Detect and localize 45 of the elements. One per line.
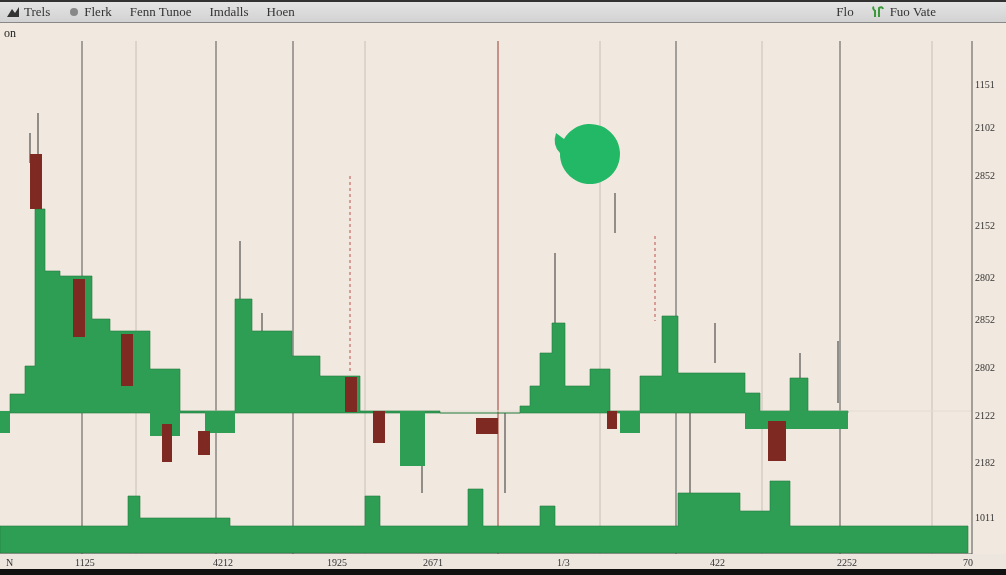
x-axis-label: 1125 (75, 557, 95, 568)
down-candle (30, 154, 42, 209)
y-axis-label: 2102 (975, 122, 995, 133)
plant-icon (871, 6, 886, 18)
y-axis-label: 2182 (975, 457, 995, 468)
y-axis-label: 2852 (975, 314, 995, 325)
x-axis-label: 2671 (423, 557, 443, 568)
dot-icon (68, 6, 81, 18)
chart-title: on (4, 26, 16, 40)
y-axis-label: 2802 (975, 272, 995, 283)
down-candle (121, 334, 133, 386)
y-axis-label: 2852 (975, 170, 995, 181)
down-candle (162, 424, 172, 462)
toolbar-button[interactable]: Trels (4, 4, 53, 20)
x-axis-label: 70 (963, 557, 973, 568)
y-axis-label: 1151 (975, 79, 995, 90)
x-axis-label: 2252 (837, 557, 857, 568)
toolbar-button[interactable]: Imdalls (207, 4, 251, 20)
histogram-bar (0, 411, 10, 433)
x-axis-label: N (6, 557, 14, 568)
chart-icon (6, 6, 20, 18)
y-axis-label: 1011 (975, 512, 995, 523)
toolbar-button[interactable]: Flerk (66, 4, 114, 20)
toolbar-button[interactable]: Flo (834, 4, 856, 20)
histogram-bar (400, 411, 425, 466)
x-axis-label: 4212 (213, 557, 233, 568)
toolbar-button[interactable]: Fuo Vate (869, 4, 938, 20)
y-axis-label: 2152 (975, 220, 995, 231)
y-axis-label: 2802 (975, 362, 995, 373)
x-axis-label: 1/3 (557, 557, 570, 568)
down-candle (607, 411, 617, 429)
histogram-bar (205, 411, 235, 433)
y-axis-label: 2122 (975, 410, 995, 421)
down-candle (476, 418, 498, 434)
toolbar-button[interactable]: Hoen (264, 4, 297, 20)
toolbar-button[interactable]: Fenn Tunoe (127, 4, 194, 20)
chart-marker-icon (554, 124, 620, 184)
down-candle (345, 377, 357, 412)
x-axis-label: 1925 (327, 557, 347, 568)
down-candle (73, 279, 85, 337)
down-candle (373, 411, 385, 443)
histogram-bar (620, 411, 640, 433)
x-axis-label: 422 (710, 557, 725, 568)
down-candle (198, 431, 210, 455)
down-candle (768, 421, 786, 461)
